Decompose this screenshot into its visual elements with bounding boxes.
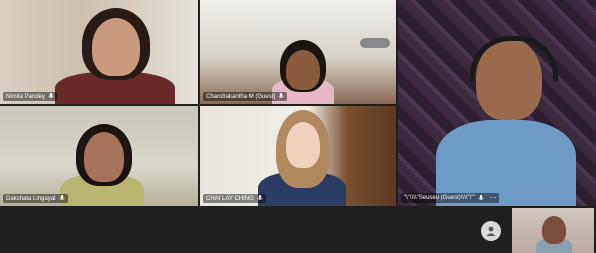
participant-face — [92, 18, 140, 76]
participant-face — [286, 122, 320, 168]
participant-name-label: Dakshata Lingayat — [3, 194, 68, 203]
person-icon[interactable] — [481, 221, 501, 241]
video-tile-dakshata-lingayat[interactable]: Dakshata Lingayat — [0, 106, 198, 206]
microphone-icon — [48, 93, 54, 99]
headset — [470, 36, 558, 81]
video-tile-chai-lay-ching[interactable]: CHAI LAY CHING — [200, 106, 396, 206]
participant-name-label: "\"\\\\"Seuseu (Guest)\\\\"\"" ⋯ — [401, 193, 500, 203]
participant-name: "\"\\\\"Seuseu (Guest)\\\\"\"" — [404, 195, 476, 201]
participant-name-label: Chandrakantha M (Guest) — [203, 92, 288, 101]
participant-face — [542, 216, 566, 244]
participant-face — [286, 50, 320, 90]
self-view-tile[interactable] — [512, 208, 594, 253]
microphone-icon — [257, 195, 263, 201]
microphone-icon — [59, 195, 65, 201]
more-options-icon[interactable]: ⋯ — [489, 194, 496, 202]
participant-name: CHAI LAY CHING — [206, 195, 254, 202]
person-icon-glyph — [486, 226, 496, 236]
participant-face — [84, 132, 124, 182]
microphone-icon — [478, 194, 485, 200]
participant-name: Chandrakantha M (Guest) — [206, 93, 276, 100]
participant-name: Dakshata Lingayat — [6, 195, 56, 202]
participant-name-label: CHAI LAY CHING — [203, 194, 266, 203]
video-tile-chandrakantha[interactable]: Chandrakantha M (Guest) — [200, 0, 396, 104]
video-tile-nimita-pandey[interactable]: Nimita Pandey — [0, 0, 198, 104]
participant-name: Nimita Pandey — [6, 93, 46, 100]
participant-name-label: Nimita Pandey — [3, 92, 58, 101]
microphone-icon — [278, 93, 285, 99]
video-tile-seuseu[interactable]: "\"\\\\"Seuseu (Guest)\\\\"\"" ⋯ — [398, 0, 596, 206]
ceiling-fan — [360, 38, 390, 48]
